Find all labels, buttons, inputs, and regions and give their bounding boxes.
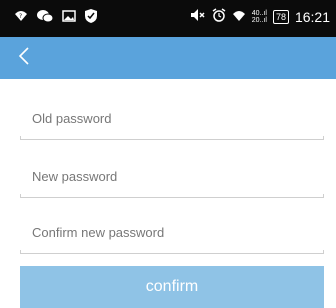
status-bar: ? 40..ıl 20..ıl 78 16:21 [0,0,336,37]
old-password-field [20,100,324,140]
new-password-underline [20,194,324,198]
confirm-password-field [20,214,324,254]
confirm-password-input[interactable] [32,214,322,250]
svg-text:?: ? [19,13,22,20]
back-button[interactable] [10,44,38,72]
battery-icon: 78 [272,10,289,24]
new-password-input[interactable] [32,158,322,194]
battery-level: 78 [275,12,286,22]
app-bar [0,37,336,79]
wechat-icon [37,9,54,27]
shield-icon [85,9,97,27]
wifi-question-icon: ? [14,9,28,27]
new-password-field [20,158,324,198]
image-icon [62,10,76,26]
network-speed-bottom: 20..ıl [251,17,267,24]
signal-icon: 40..ıl 20..ıl [252,10,267,24]
alarm-icon [212,8,226,26]
network-speed-top: 40..ıl [251,10,267,17]
old-password-input[interactable] [32,100,322,136]
wifi-icon [232,9,246,25]
confirm-button[interactable]: confirm [20,266,324,308]
status-time: 16:21 [294,9,330,25]
mute-icon [190,8,206,26]
confirm-password-underline [20,250,324,254]
chevron-left-icon [18,46,30,71]
status-right-icons: 40..ıl 20..ıl 78 16:21 [190,8,330,26]
old-password-underline [20,136,324,140]
status-left-icons: ? [14,9,97,27]
